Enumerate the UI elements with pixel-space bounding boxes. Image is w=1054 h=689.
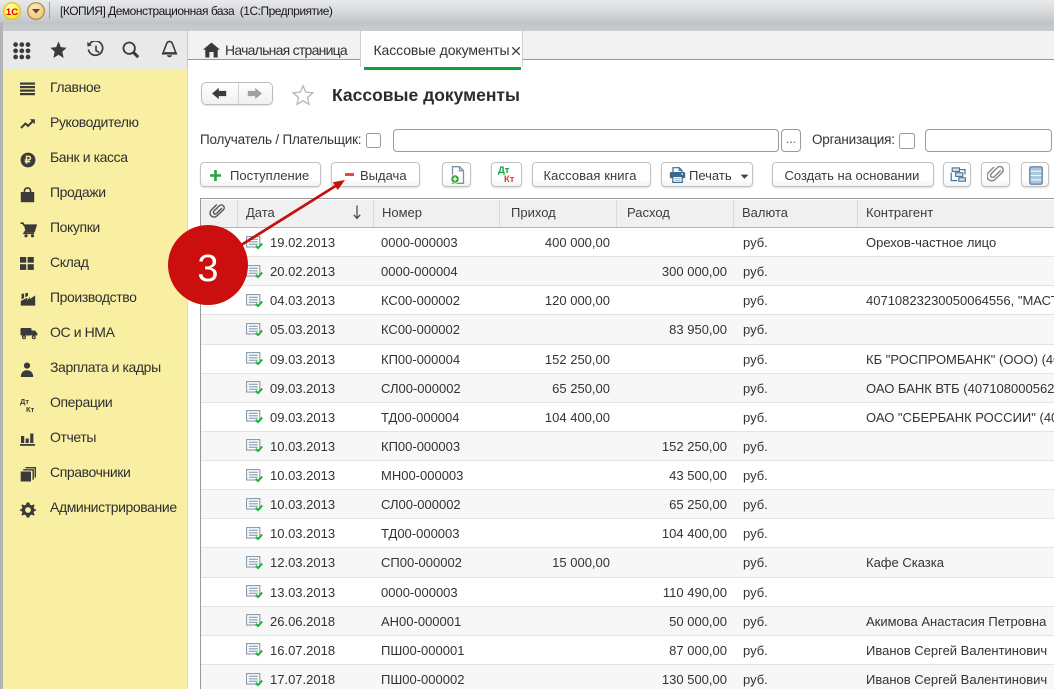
svg-text:Кт: Кт <box>26 405 35 413</box>
svg-text:1С: 1С <box>6 7 18 18</box>
svg-text:₽: ₽ <box>25 155 32 167</box>
